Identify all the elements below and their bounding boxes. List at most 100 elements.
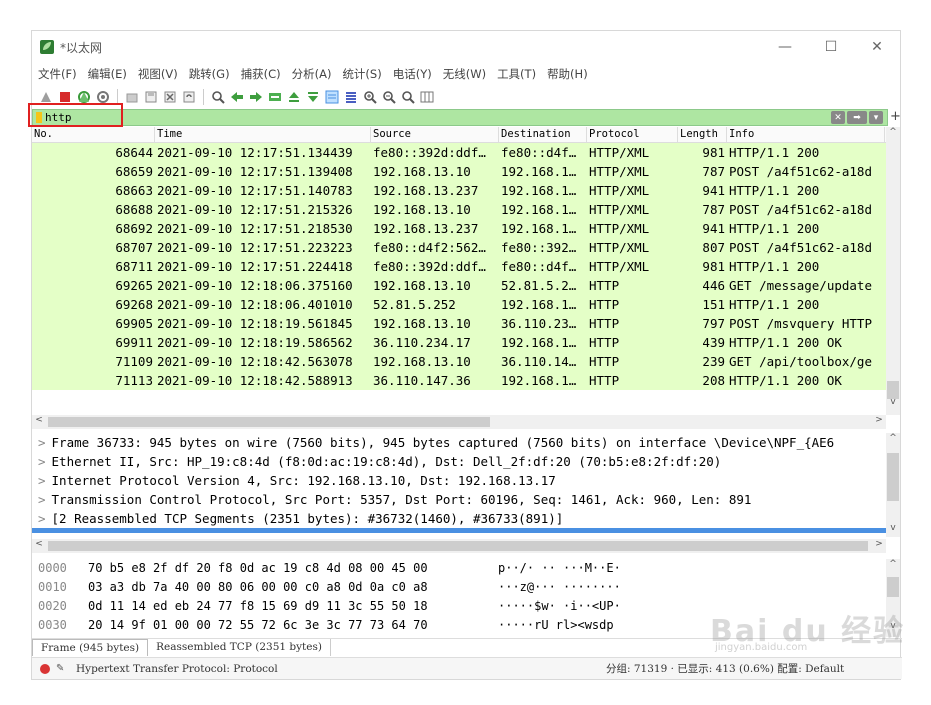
display-filter-input[interactable]	[45, 110, 805, 125]
packet-cell-src: fe80::d4f2:562…	[373, 240, 486, 255]
packet-row[interactable]: 68688 2021-09-10 12:17:51.215326 192.168.1…	[32, 200, 900, 219]
column-header-destination[interactable]: Destination	[499, 127, 587, 142]
packet-cell-no: 68692	[115, 221, 153, 236]
capture-comment-icon[interactable]: ✎	[56, 663, 68, 674]
detail-row-reassembled[interactable]: > [2 Reassembled TCP Segments (2351 bytes…	[32, 509, 888, 528]
column-header-length[interactable]: Length	[678, 127, 727, 142]
resize-columns-icon[interactable]	[419, 89, 435, 105]
menu-statistics[interactable]: 统计(S)	[342, 66, 381, 82]
details-horizontal-scrollbar[interactable]: < >	[32, 539, 886, 553]
clear-filter-icon[interactable]: ✕	[831, 111, 845, 124]
go-to-packet-icon[interactable]	[267, 89, 283, 105]
menu-analyze[interactable]: 分析(A)	[292, 66, 332, 82]
packet-row[interactable]: 68659 2021-09-10 12:17:51.139408 192.168.1…	[32, 162, 900, 181]
packet-cell-no: 68688	[115, 202, 153, 217]
scroll-up-icon[interactable]: ^	[886, 433, 900, 443]
menu-help[interactable]: 帮助(H)	[547, 66, 588, 82]
packet-row[interactable]: 69265 2021-09-10 12:18:06.375160 192.168.1…	[32, 276, 900, 295]
maximize-button[interactable]: ☐	[808, 31, 854, 63]
scroll-thumb[interactable]	[887, 453, 899, 501]
reload-icon[interactable]	[181, 89, 197, 105]
expand-chevron-icon[interactable]: >	[38, 454, 46, 469]
menu-go[interactable]: 跳转(G)	[189, 66, 230, 82]
packet-row[interactable]: 68711 2021-09-10 12:17:51.224418 fe80::392…	[32, 257, 900, 276]
packet-row[interactable]: 68692 2021-09-10 12:17:51.218530 192.168.1…	[32, 219, 900, 238]
expand-chevron-icon[interactable]: >	[38, 473, 46, 488]
packet-row[interactable]: 68644 2021-09-10 12:17:51.134439 fe80::392…	[32, 143, 900, 162]
menu-telephony[interactable]: 电话(Y)	[393, 66, 432, 82]
packet-cell-time: 2021-09-10 12:17:51.224418	[157, 259, 353, 274]
expand-chevron-icon[interactable]: >	[38, 511, 46, 526]
detail-row-frame[interactable]: > Frame 36733: 945 bytes on wire (7560 bi…	[32, 433, 888, 452]
filter-dropdown-icon[interactable]: ▾	[869, 111, 883, 124]
hscroll-thumb[interactable]	[48, 417, 490, 427]
hscroll-thumb[interactable]	[48, 541, 868, 551]
packet-cell-dst: fe80::d4f…	[501, 145, 577, 160]
open-file-icon[interactable]	[124, 89, 140, 105]
column-header-source[interactable]: Source	[371, 127, 499, 142]
packet-row[interactable]: 69905 2021-09-10 12:18:19.561845 192.168.1…	[32, 314, 900, 333]
expand-chevron-icon[interactable]: >	[38, 435, 46, 450]
scroll-left-icon[interactable]: <	[32, 539, 46, 549]
menu-edit[interactable]: 编辑(E)	[88, 66, 127, 82]
scroll-down-icon[interactable]: v	[886, 397, 900, 407]
find-packet-icon[interactable]	[210, 89, 226, 105]
column-header-protocol[interactable]: Protocol	[587, 127, 678, 142]
packet-cell-time: 2021-09-10 12:17:51.139408	[157, 164, 353, 179]
selected-detail-row[interactable]	[32, 528, 888, 533]
scroll-up-icon[interactable]: ^	[886, 559, 900, 569]
packet-list-horizontal-scrollbar[interactable]: < >	[32, 415, 886, 429]
hex-row[interactable]: 0000 70 b5 e8 2f df 20 f8 0d ac 19 c8 4d …	[32, 559, 888, 578]
menu-capture[interactable]: 捕获(C)	[241, 66, 281, 82]
packet-row[interactable]: 71109 2021-09-10 12:18:42.563078 192.168.1…	[32, 352, 900, 371]
zoom-normal-icon[interactable]	[400, 89, 416, 105]
filter-highlight-box	[28, 103, 123, 127]
column-header-no[interactable]: No.	[32, 127, 155, 142]
zoom-out-icon[interactable]	[381, 89, 397, 105]
details-vertical-scrollbar[interactable]: ^ v	[886, 433, 900, 537]
packet-row[interactable]: 68663 2021-09-10 12:17:51.140783 192.168.1…	[32, 181, 900, 200]
packet-cell-src: 192.168.13.10	[373, 164, 471, 179]
close-file-icon[interactable]	[162, 89, 178, 105]
packet-row[interactable]: 68707 2021-09-10 12:17:51.223223 fe80::d4f…	[32, 238, 900, 257]
detail-row-tcp[interactable]: > Transmission Control Protocol, Src Port…	[32, 490, 888, 509]
apply-filter-icon[interactable]: ➡	[847, 111, 867, 124]
packet-list-vertical-scrollbar[interactable]: ^ v	[886, 127, 900, 415]
autoscroll-icon[interactable]	[324, 89, 340, 105]
packet-cell-dst: 192.168.1…	[501, 335, 577, 350]
menu-wireless[interactable]: 无线(W)	[443, 66, 486, 82]
expand-chevron-icon[interactable]: >	[38, 492, 46, 507]
column-header-time[interactable]: Time	[155, 127, 371, 142]
minimize-button[interactable]: —	[762, 31, 808, 63]
scroll-right-icon[interactable]: >	[872, 415, 886, 425]
packet-row[interactable]: 69911 2021-09-10 12:18:19.586562 36.110.23…	[32, 333, 900, 352]
tab-frame-bytes[interactable]: Frame (945 bytes)	[32, 639, 149, 656]
menu-tools[interactable]: 工具(T)	[497, 66, 536, 82]
scroll-up-icon[interactable]: ^	[886, 127, 900, 137]
column-header-info[interactable]: Info	[727, 127, 885, 142]
packet-row[interactable]: 69268 2021-09-10 12:18:06.401010 52.81.5.2…	[32, 295, 900, 314]
detail-row-ip[interactable]: > Internet Protocol Version 4, Src: 192.1…	[32, 471, 888, 490]
first-packet-icon[interactable]	[286, 89, 302, 105]
scroll-left-icon[interactable]: <	[32, 415, 46, 425]
last-packet-icon[interactable]	[305, 89, 321, 105]
tab-reassembled-tcp[interactable]: Reassembled TCP (2351 bytes)	[148, 639, 331, 656]
go-forward-icon[interactable]	[248, 89, 264, 105]
hex-row[interactable]: 0010 03 a3 db 7a 40 00 80 06 00 00 c0 a8 …	[32, 578, 888, 597]
add-filter-button[interactable]: +	[890, 109, 902, 124]
packet-stats[interactable]: 分组: 71319 · 已显示: 413 (0.6%) 配置: Default	[606, 661, 844, 676]
packet-row[interactable]: 71113 2021-09-10 12:18:42.588913 36.110.14…	[32, 371, 900, 390]
packet-cell-len: 239	[702, 354, 725, 369]
go-back-icon[interactable]	[229, 89, 245, 105]
colorize-icon[interactable]	[343, 89, 359, 105]
expert-info-icon[interactable]	[40, 663, 50, 674]
save-file-icon[interactable]	[143, 89, 159, 105]
zoom-in-icon[interactable]	[362, 89, 378, 105]
menu-view[interactable]: 视图(V)	[138, 66, 178, 82]
scroll-thumb[interactable]	[887, 577, 899, 597]
scroll-down-icon[interactable]: v	[886, 523, 900, 533]
detail-row-ethernet[interactable]: > Ethernet II, Src: HP_19:c8:4d (f8:0d:ac…	[32, 452, 888, 471]
close-button[interactable]: ✕	[854, 31, 900, 63]
scroll-right-icon[interactable]: >	[872, 539, 886, 549]
menu-file[interactable]: 文件(F)	[38, 66, 77, 82]
